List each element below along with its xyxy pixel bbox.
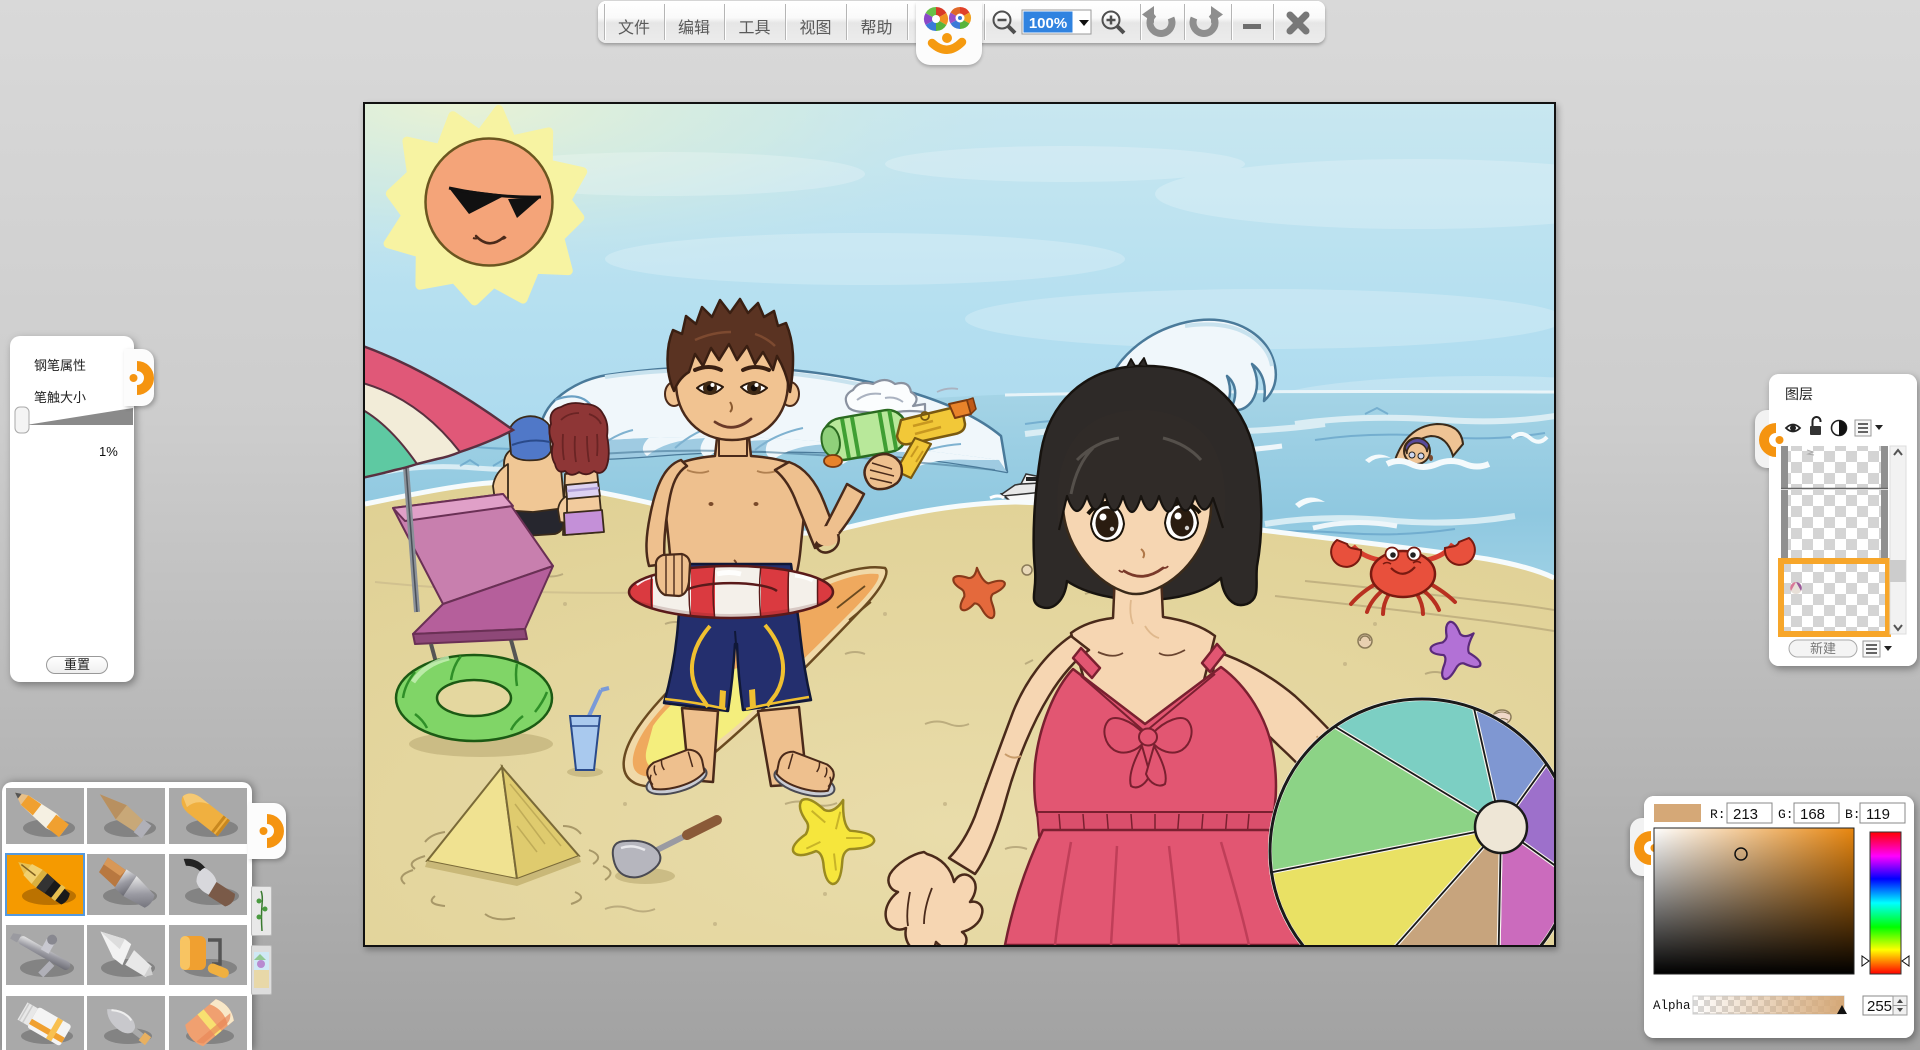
svg-text:B:: B: <box>1845 807 1861 822</box>
svg-text:G:: G: <box>1778 807 1794 822</box>
svg-text:Alpha: Alpha <box>1653 999 1691 1013</box>
svg-text:119: 119 <box>1866 806 1890 823</box>
svg-text:新建: 新建 <box>1810 641 1836 656</box>
svg-text:168: 168 <box>1800 806 1825 823</box>
svg-text:R:: R: <box>1710 807 1726 822</box>
svg-text:255: 255 <box>1867 998 1892 1015</box>
svg-text:213: 213 <box>1733 806 1758 823</box>
svg-text:100%: 100% <box>1029 15 1067 32</box>
